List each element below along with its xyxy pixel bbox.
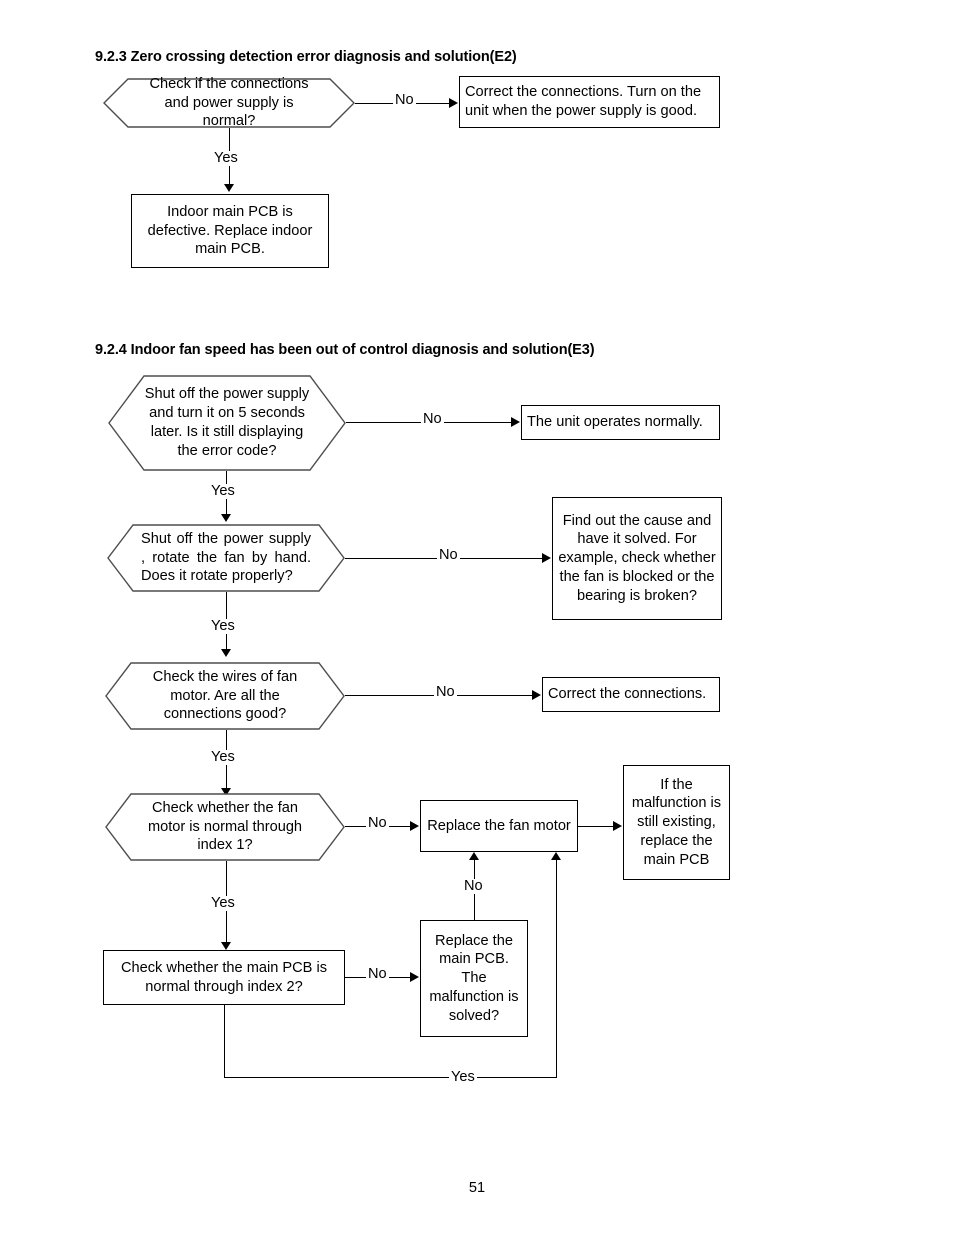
edge-label-no-6: No <box>462 878 485 894</box>
arrowhead-fan-to-final <box>613 821 622 831</box>
arrowhead-924-no-1 <box>511 417 520 427</box>
edge-label-no-2: No <box>437 547 460 563</box>
edge-label-yes-2: Yes <box>209 618 237 634</box>
section-heading-924: 9.2.4 Indoor fan speed has been out of c… <box>95 342 595 358</box>
connector-fan-to-final <box>578 826 614 827</box>
decision-label: Check the wires of fan motor. Are all th… <box>152 668 298 723</box>
action-label: Correct the connections. Turn on the uni… <box>465 84 702 119</box>
result-label: If the malfunction is still existing, re… <box>631 776 722 868</box>
edge-label-no-1: No <box>421 411 444 427</box>
decision-shut-off-power-restart: Shut off the power supply and turn it on… <box>108 375 346 471</box>
decision-check-wires-fan-motor: Check the wires of fan motor. Are all th… <box>105 662 345 730</box>
action-replace-fan-motor: Replace the fan motor <box>420 800 578 852</box>
arrowhead-923-yes <box>224 184 234 192</box>
edge-label-no-5: No <box>366 966 389 982</box>
action-label: Indoor main PCB is defective. Replace in… <box>147 203 313 258</box>
result-correct-the-connections: Correct the connections. <box>542 677 720 712</box>
result-if-malfunction-still-existing: If the malfunction is still existing, re… <box>623 765 730 880</box>
action-correct-connections-turn-on-unit: Correct the connections. Turn on the uni… <box>459 76 720 128</box>
action-replace-main-pcb: Replace the main PCB. The malfunction is… <box>420 920 528 1037</box>
decision-check-connections-power-supply: Check if the connections and power suppl… <box>103 76 355 129</box>
arrowhead-924-no-2 <box>542 553 551 563</box>
arrowhead-924-no-3 <box>532 690 541 700</box>
result-find-out-cause: Find out the cause and have it solved. F… <box>552 497 722 620</box>
result-unit-operates-normally: The unit operates normally. <box>521 405 720 440</box>
action-indoor-main-pcb-defective: Indoor main PCB is defective. Replace in… <box>131 194 329 268</box>
decision-label: Shut off the power supply and turn it on… <box>144 386 310 459</box>
action-label: Replace the fan motor <box>427 817 571 834</box>
edge-label-yes-923: Yes <box>212 150 240 166</box>
arrowhead-yes-loop <box>551 852 561 860</box>
result-label: Correct the connections. <box>548 686 707 703</box>
edge-label-no-923: No <box>393 92 416 108</box>
arrowhead-924-no-4 <box>410 821 419 831</box>
arrowhead-924-yes-2 <box>221 649 231 657</box>
decision-check-main-pcb-index-2: Check whether the main PCB is normal thr… <box>103 950 345 1005</box>
edge-label-yes-3: Yes <box>209 749 237 765</box>
result-label: The unit operates normally. <box>527 414 703 431</box>
document-page: 9.2.3 Zero crossing detection error diag… <box>0 0 954 1235</box>
decision-label: Check if the connections and power suppl… <box>149 75 309 130</box>
edge-label-no-3: No <box>434 684 457 700</box>
connector-yes-loop-left <box>224 1005 225 1077</box>
connector-yes-loop-bottom <box>224 1077 557 1078</box>
page-number: 51 <box>468 1180 486 1196</box>
arrowhead-923-no <box>449 98 458 108</box>
connector-yes-loop-right <box>556 860 557 1077</box>
decision-rotate-fan-by-hand: Shut off the power supply , rotate the f… <box>107 524 345 592</box>
section-heading-923: 9.2.3 Zero crossing detection error diag… <box>95 49 517 65</box>
arrowhead-924-yes-4 <box>221 942 231 950</box>
decision-label: Check whether the fan motor is normal th… <box>147 799 303 854</box>
edge-label-yes-5: Yes <box>449 1069 477 1085</box>
decision-label: Shut off the power supply , rotate the f… <box>141 530 311 585</box>
edge-label-yes-1: Yes <box>209 483 237 499</box>
decision-label: Check whether the main PCB is normal thr… <box>120 959 328 995</box>
decision-check-fan-motor-index-1: Check whether the fan motor is normal th… <box>105 793 345 861</box>
arrowhead-924-no-5 <box>410 972 419 982</box>
arrowhead-924-yes-1 <box>221 514 231 522</box>
edge-label-yes-4: Yes <box>209 895 237 911</box>
action-label: Replace the main PCB. The malfunction is… <box>429 932 519 1024</box>
result-label: Find out the cause and have it solved. F… <box>558 512 716 604</box>
edge-label-no-4: No <box>366 815 389 831</box>
arrowhead-pcb-no-up <box>469 852 479 860</box>
